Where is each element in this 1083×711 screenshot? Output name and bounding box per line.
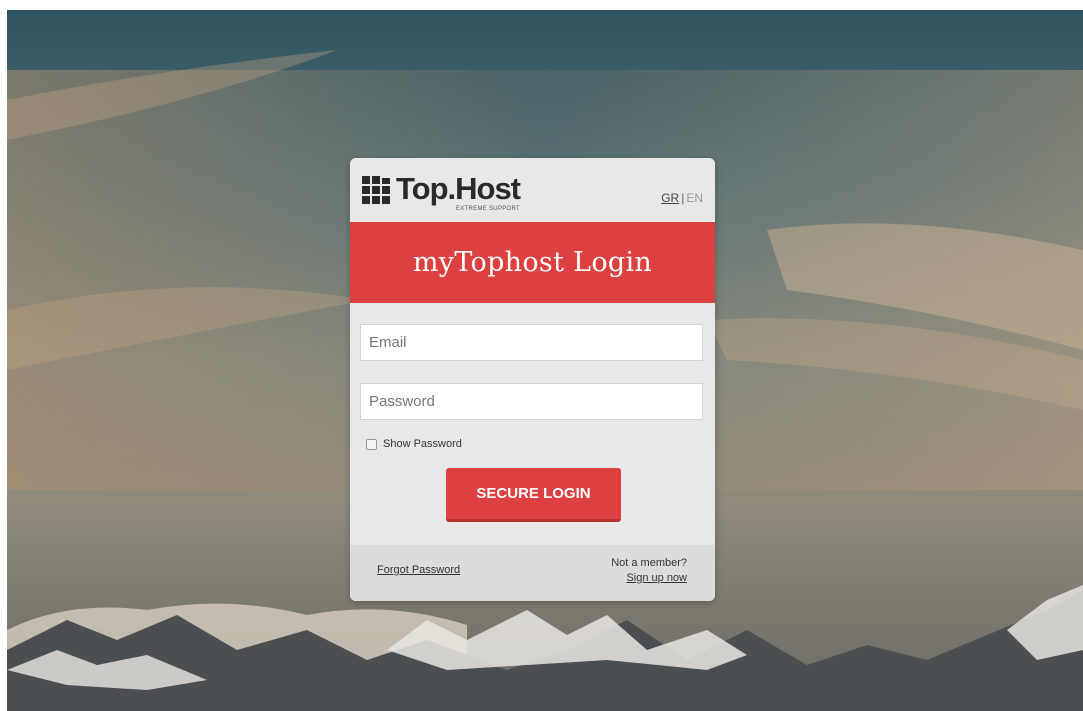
brand-name: Top.Host: [396, 171, 521, 206]
language-en-link[interactable]: EN: [686, 191, 703, 205]
signup-block: Not a member? Sign up now: [611, 556, 687, 586]
brand-tagline: EXTREME SUPPORT: [455, 206, 521, 212]
grid-logo-icon: [362, 176, 390, 204]
secure-login-button[interactable]: SECURE LOGIN: [446, 468, 621, 522]
card-header: Top.Host EXTREME SUPPORT GR | EN: [350, 158, 715, 222]
language-separator: |: [681, 191, 685, 205]
show-password-label: Show Password: [383, 438, 462, 450]
language-gr-link[interactable]: GR: [661, 191, 679, 205]
login-card: Top.Host EXTREME SUPPORT GR | EN myTophost…: [350, 158, 715, 601]
email-field[interactable]: [360, 324, 703, 361]
forgot-password-link[interactable]: Forgot Password: [377, 564, 460, 576]
language-switcher: GR | EN: [661, 191, 703, 205]
signup-link[interactable]: Sign up now: [611, 571, 687, 586]
not-member-text: Not a member?: [611, 557, 687, 569]
show-password-checkbox[interactable]: [366, 438, 377, 450]
brand-name-wrap: Top.Host EXTREME SUPPORT: [396, 171, 521, 213]
password-field[interactable]: [360, 383, 703, 420]
login-banner: myTophost Login: [350, 222, 715, 303]
brand-logo[interactable]: Top.Host EXTREME SUPPORT: [362, 171, 521, 213]
page-title: myTophost Login: [412, 247, 653, 278]
card-footer: Forgot Password Not a member? Sign up no…: [350, 545, 715, 601]
show-password-toggle[interactable]: Show Password: [366, 438, 462, 450]
